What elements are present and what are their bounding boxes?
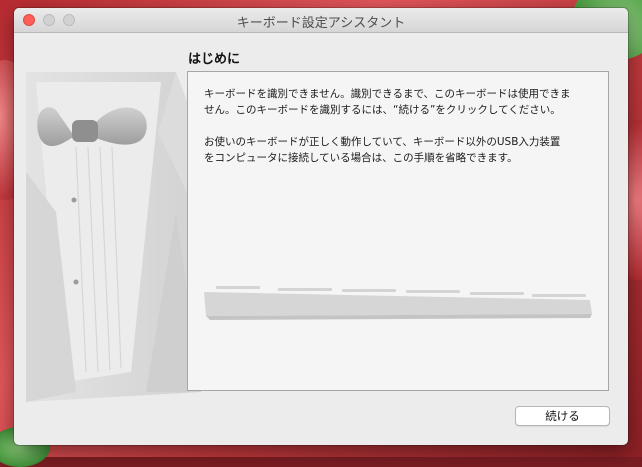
- keyboard-illustration: [202, 278, 594, 328]
- intro-paragraph: キーボードを識別できません。識別できるまで、このキーボードは使用できま せん。こ…: [204, 86, 600, 118]
- intro-line-1: キーボードを識別できません。識別できるまで、このキーボードは使用できま: [204, 88, 571, 100]
- keyboard-icon: [204, 286, 592, 320]
- assistant-window: キーボード設定アシスタント はじめに キーボードを識別できません。識別できるまで…: [14, 8, 628, 445]
- skip-line-2: をコンピュータに接続している場合は、この手順を省略できます。: [204, 152, 518, 164]
- title-bar[interactable]: キーボード設定アシスタント: [14, 8, 628, 33]
- continue-button[interactable]: 続ける: [515, 406, 610, 426]
- section-heading: はじめに: [188, 52, 241, 67]
- content-panel: キーボードを識別できません。識別できるまで、このキーボードは使用できま せん。こ…: [187, 71, 609, 391]
- skip-line-1: お使いのキーボードが正しく動作していて、キーボード以外のUSB入力装置: [204, 136, 561, 148]
- intro-line-2: せん。このキーボードを識別するには、“続ける”をクリックしてください。: [204, 104, 561, 116]
- window-title: キーボード設定アシスタント: [236, 16, 406, 31]
- skip-paragraph: お使いのキーボードが正しく動作していて、キーボード以外のUSB入力装置 をコンピ…: [204, 134, 600, 166]
